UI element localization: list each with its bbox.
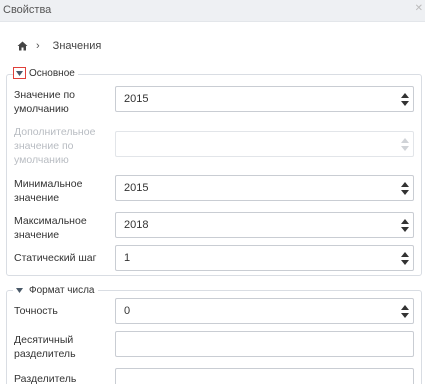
max-value-input[interactable]: 2018 (115, 212, 414, 238)
separator-label: Разделитель (14, 373, 77, 384)
spinner-arrows-icon[interactable] (401, 251, 409, 266)
caret-down-icon[interactable] (13, 284, 26, 296)
number-format-section-title: Формат числа (29, 284, 95, 296)
close-icon[interactable]: ✕ (415, 3, 423, 14)
spinner-arrows-icon[interactable] (401, 304, 409, 319)
basic-section-header[interactable]: Основное (13, 67, 78, 79)
breadcrumb: › Значения (17, 40, 101, 52)
default-value-input[interactable]: 2015 (115, 86, 414, 112)
additional-default-input (115, 131, 414, 157)
min-value-input[interactable]: 2015 (115, 175, 414, 201)
precision-label: Точность (14, 305, 58, 317)
caret-down-icon[interactable] (13, 67, 26, 79)
basic-section-title: Основное (29, 67, 75, 79)
min-value-label: Минимальное значение (14, 178, 83, 204)
additional-default-label: Дополнительное значение по умолчанию (14, 126, 96, 166)
spinner-arrows-icon[interactable] (401, 92, 409, 107)
spinner-arrows-icon[interactable] (401, 218, 409, 233)
decimal-separator-label: Десятичный разделитель (14, 334, 76, 360)
step-label: Статический шаг (14, 252, 97, 264)
spinner-arrows-icon (401, 137, 409, 152)
title-bar: Свойства ✕ (0, 0, 425, 22)
breadcrumb-current: Значения (52, 40, 102, 52)
chevron-right-icon: › (36, 40, 40, 52)
max-value-label: Максимальное значение (14, 215, 87, 241)
home-icon[interactable] (17, 41, 28, 51)
separator-input[interactable] (115, 368, 414, 384)
step-input[interactable]: 1 (115, 245, 414, 271)
spinner-arrows-icon[interactable] (401, 181, 409, 196)
number-format-section-header[interactable]: Формат числа (13, 284, 98, 296)
window-title: Свойства (3, 4, 52, 16)
precision-input[interactable]: 0 (115, 298, 414, 324)
decimal-separator-input[interactable] (115, 331, 414, 357)
default-value-label: Значение по умолчанию (14, 89, 76, 115)
